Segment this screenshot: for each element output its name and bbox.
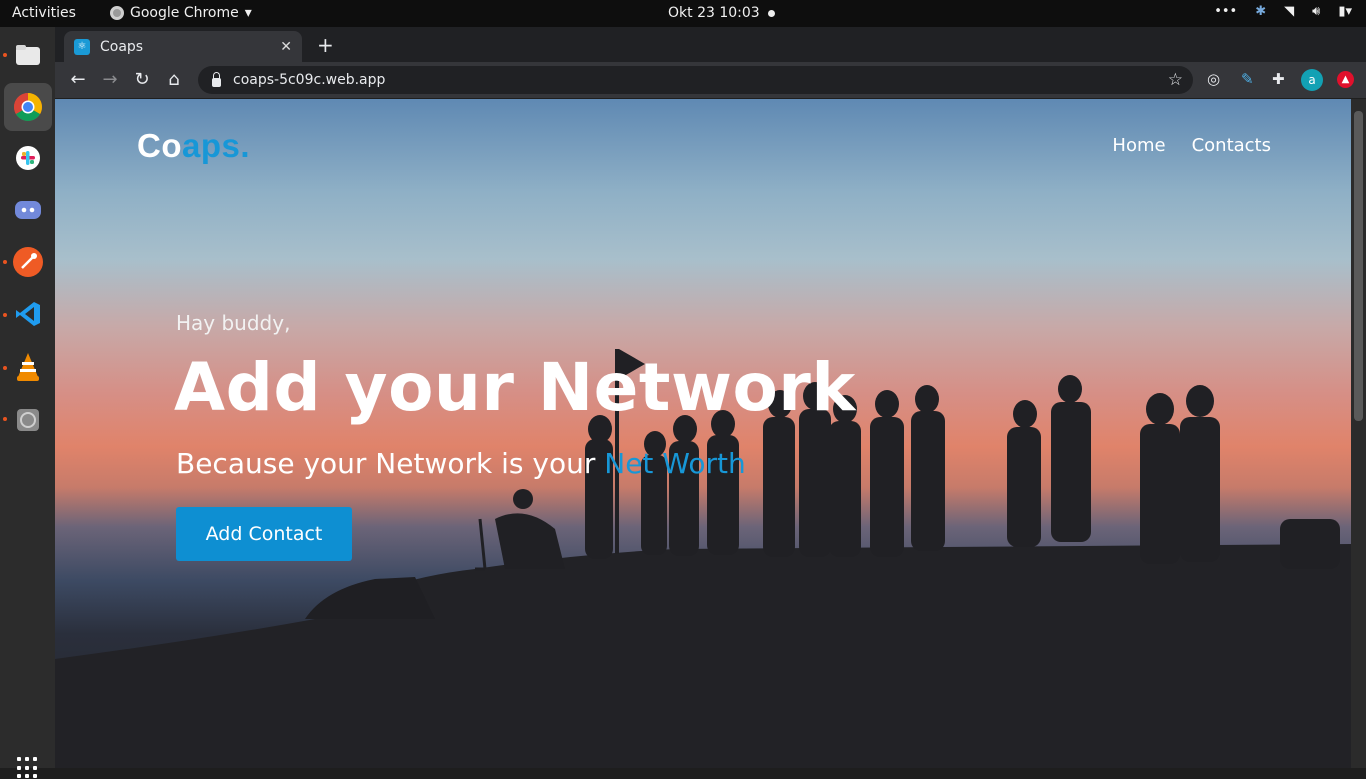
back-arrow-icon[interactable]: ← [66,69,90,90]
forward-arrow-icon[interactable]: → [98,69,122,90]
address-bar[interactable]: coaps-5c09c.web.app ☆ [198,66,1193,94]
running-indicator [3,366,7,370]
battery-icon[interactable]: ▮▾ [1338,4,1352,19]
clock[interactable]: Okt 23 10:03 [668,5,760,21]
running-indicator [3,417,7,421]
more-icon[interactable]: ••• [1214,4,1237,19]
url-text[interactable]: coaps-5c09c.web.app [233,72,385,88]
running-indicator [3,260,7,264]
system-top-bar: Activities Google Chrome ▾ Okt 23 10:03 … [0,0,1366,27]
tab-strip: ⚛ Coaps ✕ + [55,27,1366,62]
extension-fingerprint-icon[interactable]: ◎ [1207,70,1220,88]
disk-icon[interactable] [10,402,46,438]
subheading-accent: Net Worth [604,447,746,480]
vscode-icon[interactable] [10,296,46,332]
lock-icon[interactable] [212,71,221,87]
browser-toolbar: ← → ↻ ⌂ coaps-5c09c.web.app ☆ ◎ ✎ ✚ a ▲ [55,62,1366,99]
app-menu[interactable]: Google Chrome ▾ [110,5,252,21]
extension-upload-icon[interactable]: ▲ [1337,71,1354,88]
app-menu-label: Google Chrome [130,5,239,21]
brand-accent: aps. [182,127,251,164]
running-indicator [3,53,7,57]
scrollbar-thumb[interactable] [1354,111,1363,421]
subheading-main: Because your Network is your [176,447,605,480]
nav-home-link[interactable]: Home [1112,135,1165,156]
chrome-icon [110,6,124,20]
dock [0,27,55,779]
page-viewport: Coaps. Home Contacts Hay buddy, Add your… [55,99,1351,768]
page-scrollbar[interactable] [1351,99,1366,768]
app-grid-icon[interactable] [17,757,39,779]
bookmark-star-icon[interactable]: ☆ [1168,70,1183,90]
react-favicon-icon: ⚛ [74,38,90,55]
tab-coaps[interactable]: ⚛ Coaps ✕ [64,31,302,62]
tab-title: Coaps [100,38,144,55]
brand-main: Co [137,127,182,164]
add-contact-button[interactable]: Add Contact [176,507,352,561]
extensions-puzzle-icon[interactable]: ✚ [1272,70,1285,88]
extension-pen-icon[interactable]: ✎ [1241,70,1254,88]
postman-icon[interactable] [10,244,46,280]
hero-subheading: Because your Network is your Net Worth [176,447,746,480]
nav-contacts-link[interactable]: Contacts [1192,135,1271,156]
running-indicator [3,313,7,317]
brand-logo[interactable]: Coaps. [137,127,250,165]
slack-tray-icon[interactable]: ✱ [1255,4,1266,19]
caret-down-icon: ▾ [244,5,252,21]
main-nav: Home Contacts [1112,135,1271,156]
slack-icon[interactable] [10,140,46,176]
reload-icon[interactable]: ↻ [130,69,154,90]
close-tab-icon[interactable]: ✕ [280,39,292,55]
volume-icon[interactable]: 🔊︎ [1312,4,1320,19]
files-icon[interactable] [10,37,46,73]
notification-dot-icon [768,10,775,17]
home-icon[interactable]: ⌂ [162,69,186,90]
system-tray[interactable]: ••• ✱ ◥ 🔊︎ ▮▾ [1214,4,1352,19]
hero-headline: Add your Network [174,349,856,426]
vlc-icon[interactable] [10,349,46,385]
activities-button[interactable]: Activities [12,5,76,21]
chrome-icon[interactable] [4,83,52,131]
new-tab-icon[interactable]: + [317,33,334,57]
discord-icon[interactable] [10,192,46,228]
wifi-icon[interactable]: ◥ [1284,4,1294,19]
hero-silhouette-image [55,349,1351,768]
profile-avatar[interactable]: a [1301,69,1323,91]
greeting-text: Hay buddy, [176,311,291,335]
